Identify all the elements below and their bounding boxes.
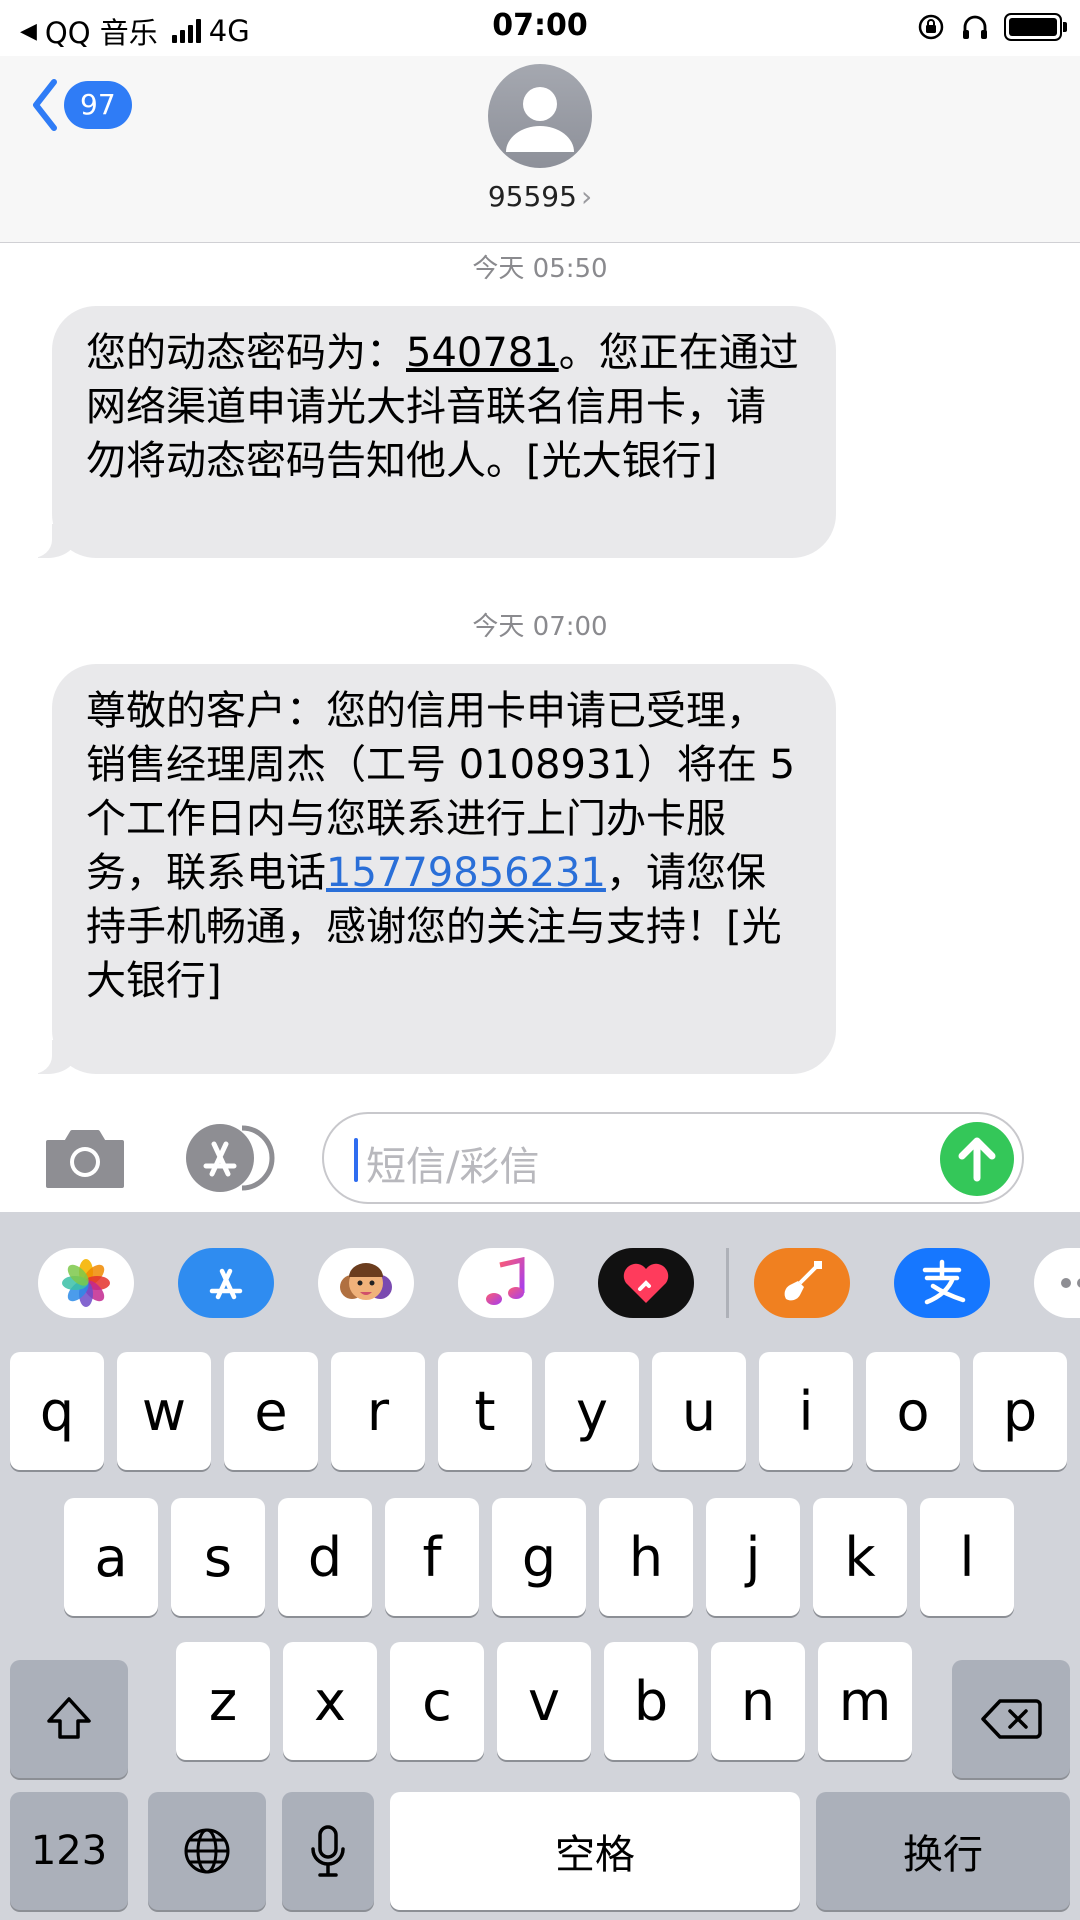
key-p[interactable]: p — [973, 1352, 1067, 1470]
shift-key[interactable] — [10, 1660, 128, 1778]
verification-code[interactable]: 540781 — [406, 330, 559, 376]
message-text-part: 您的动态密码为： — [86, 330, 406, 376]
key-c[interactable]: c — [390, 1642, 484, 1760]
digital-touch-app-button[interactable] — [598, 1248, 694, 1318]
apps-button[interactable] — [182, 1122, 276, 1194]
contact-name-button[interactable]: 95595 › — [0, 180, 1080, 213]
return-key[interactable]: 换行 — [816, 1792, 1070, 1910]
app-store-icon — [209, 1268, 243, 1300]
camera-button[interactable] — [44, 1128, 126, 1188]
backspace-icon — [981, 1699, 1042, 1739]
key-s[interactable]: s — [171, 1498, 265, 1616]
music-app-button[interactable] — [458, 1248, 554, 1318]
key-y[interactable]: y — [545, 1352, 639, 1470]
chevron-right-icon: › — [580, 180, 593, 213]
memoji-icon — [340, 1263, 392, 1300]
key-b[interactable]: b — [604, 1642, 698, 1760]
back-button[interactable]: 97 — [30, 78, 132, 132]
person-icon — [506, 87, 574, 152]
alipay-icon — [922, 1259, 966, 1305]
status-right — [916, 12, 1067, 42]
key-z[interactable]: z — [176, 1642, 270, 1760]
message-bubble[interactable]: 尊敬的客户：您的信用卡申请已受理，销售经理周杰（工号 0108931）将在 5 … — [22, 664, 836, 1074]
app-drawer-separator — [726, 1248, 729, 1318]
contact-name: 95595 — [487, 180, 577, 213]
key-k[interactable]: k — [813, 1498, 907, 1616]
key-x[interactable]: x — [283, 1642, 377, 1760]
app-drawer — [0, 1212, 1080, 1348]
key-q[interactable]: q — [10, 1352, 104, 1470]
key-r[interactable]: r — [331, 1352, 425, 1470]
garageband-app-button[interactable] — [754, 1248, 850, 1318]
memoji-app-button[interactable] — [318, 1248, 414, 1318]
key-o[interactable]: o — [866, 1352, 960, 1470]
message-input-placeholder: 短信/彩信 — [366, 1144, 540, 1190]
conversation-header: 97 95595 › — [0, 56, 1080, 243]
text-caret — [354, 1138, 358, 1182]
dictation-key[interactable] — [282, 1792, 374, 1910]
space-key[interactable]: 空格 — [390, 1792, 800, 1910]
more-apps-icon — [1061, 1278, 1080, 1288]
key-g[interactable]: g — [492, 1498, 586, 1616]
key-h[interactable]: h — [599, 1498, 693, 1616]
digital-touch-icon — [623, 1263, 669, 1303]
battery-icon — [1004, 13, 1067, 41]
delete-key[interactable] — [952, 1660, 1070, 1778]
key-e[interactable]: e — [224, 1352, 318, 1470]
garageband-icon — [784, 1261, 822, 1301]
message-bubble[interactable]: 您的动态密码为：540781。您正在通过网络渠道申请光大抖音联名信用卡，请勿将动… — [22, 306, 836, 558]
app-store-icon — [186, 1124, 275, 1192]
key-a[interactable]: a — [64, 1498, 158, 1616]
app-store-app-button[interactable] — [178, 1248, 274, 1318]
headphones-icon — [963, 15, 987, 39]
message-input[interactable]: 短信/彩信 — [322, 1112, 1024, 1204]
globe-key[interactable] — [148, 1792, 266, 1910]
message-timestamp: 今天 07:00 — [472, 612, 608, 642]
microphone-icon — [311, 1825, 345, 1877]
arrow-up-icon — [958, 1137, 996, 1182]
photos-icon — [62, 1259, 110, 1307]
numbers-key[interactable]: 123 — [10, 1792, 128, 1910]
key-j[interactable]: j — [706, 1498, 800, 1616]
music-icon — [486, 1257, 525, 1305]
key-i[interactable]: i — [759, 1352, 853, 1470]
key-l[interactable]: l — [920, 1498, 1014, 1616]
message-text: 尊敬的客户：您的信用卡申请已受理，销售经理周杰（工号 0108931）将在 5 … — [86, 684, 802, 1008]
key-w[interactable]: w — [117, 1352, 211, 1470]
message-text: 您的动态密码为：540781。您正在通过网络渠道申请光大抖音联名信用卡，请勿将动… — [86, 326, 802, 488]
message-timestamp: 今天 05:50 — [472, 254, 608, 284]
camera-icon — [46, 1130, 124, 1188]
key-v[interactable]: v — [497, 1642, 591, 1760]
contact-avatar[interactable] — [488, 64, 592, 168]
more-apps-button[interactable] — [1034, 1248, 1080, 1318]
send-button[interactable] — [940, 1122, 1014, 1196]
globe-icon — [184, 1828, 230, 1874]
unread-count-badge: 97 — [64, 81, 132, 129]
photos-app-button[interactable] — [38, 1248, 134, 1318]
key-n[interactable]: n — [711, 1642, 805, 1760]
key-t[interactable]: t — [438, 1352, 532, 1470]
alipay-app-button[interactable] — [894, 1248, 990, 1318]
key-u[interactable]: u — [652, 1352, 746, 1470]
key-f[interactable]: f — [385, 1498, 479, 1616]
orientation-lock-icon — [918, 14, 944, 40]
shift-icon — [47, 1697, 91, 1739]
key-d[interactable]: d — [278, 1498, 372, 1616]
key-m[interactable]: m — [818, 1642, 912, 1760]
phone-number-link[interactable]: 15779856231 — [326, 850, 606, 896]
chevron-left-icon — [33, 79, 57, 131]
keyboard-area: qwertyuiop asdfghjkl zxcvbnm 123 空格 换行 — [0, 1212, 1080, 1920]
status-bar: ◀ QQ 音乐 4G 07:00 — [0, 0, 1080, 56]
